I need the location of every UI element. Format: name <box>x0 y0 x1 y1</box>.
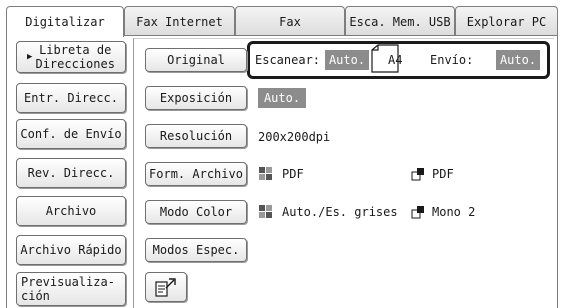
format-mono-value: PDF <box>432 167 454 181</box>
tab-fax[interactable]: Fax <box>235 6 345 36</box>
format-color-value: PDF <box>282 167 304 181</box>
preview-button[interactable]: Previsualiza- ción <box>16 272 126 306</box>
mono-doc-icon <box>411 168 424 181</box>
tab-explorar-pc[interactable]: Explorar PC <box>455 6 558 36</box>
archive-button[interactable]: Archivo <box>16 196 126 226</box>
color-mode-color-value: Auto./Es. grises <box>282 205 398 219</box>
original-button[interactable]: Original <box>145 48 247 72</box>
send-label: Envío: <box>430 53 474 67</box>
tab-fax-internet[interactable]: Fax Internet <box>124 6 235 36</box>
triangle-right-icon: ▶ <box>27 52 33 62</box>
quick-archive-button[interactable]: Archivo Rápido <box>16 235 126 265</box>
file-format-button[interactable]: Form. Archivo <box>145 162 247 186</box>
color-grid-icon <box>259 205 273 219</box>
color-mode-mono-value: Mono 2 <box>432 205 476 219</box>
tab-digitalizar[interactable]: Digitalizar <box>6 6 124 37</box>
address-review-button[interactable]: Rev. Direcc. <box>16 158 126 188</box>
address-book-label: Libreta de Direcciones <box>35 43 115 71</box>
paper-size-value: A4 <box>388 53 403 67</box>
exposure-value: Auto. <box>258 88 306 108</box>
exposure-button[interactable]: Exposición <box>145 86 247 110</box>
color-mode-button[interactable]: Modo Color <box>145 200 247 224</box>
resolution-value: 200x200dpi <box>258 130 331 144</box>
send-mode-value: Auto. <box>496 50 540 70</box>
tab-esca-mem-usb[interactable]: Esca. Mem. USB <box>345 6 455 36</box>
tab-bar: Digitalizar Fax Internet Fax Esca. Mem. … <box>6 6 558 37</box>
scan-label: Escanear: <box>255 53 321 67</box>
preview-label: Previsualiza- ción <box>21 275 115 303</box>
preview-document-icon <box>155 278 176 297</box>
special-modes-button[interactable]: Modos Espec. <box>145 238 247 262</box>
address-book-button[interactable]: ▶ Libreta de Direcciones <box>16 41 126 73</box>
preview-scan-button[interactable] <box>145 272 187 302</box>
send-settings-button[interactable]: Conf. de Envío <box>16 119 126 149</box>
scan-mode-value: Auto. <box>325 50 369 70</box>
mono-doc-icon <box>411 206 424 219</box>
resolution-button[interactable]: Resolución <box>145 124 247 148</box>
color-grid-icon <box>259 167 273 181</box>
address-entry-button[interactable]: Entr. Direcc. <box>16 83 126 113</box>
